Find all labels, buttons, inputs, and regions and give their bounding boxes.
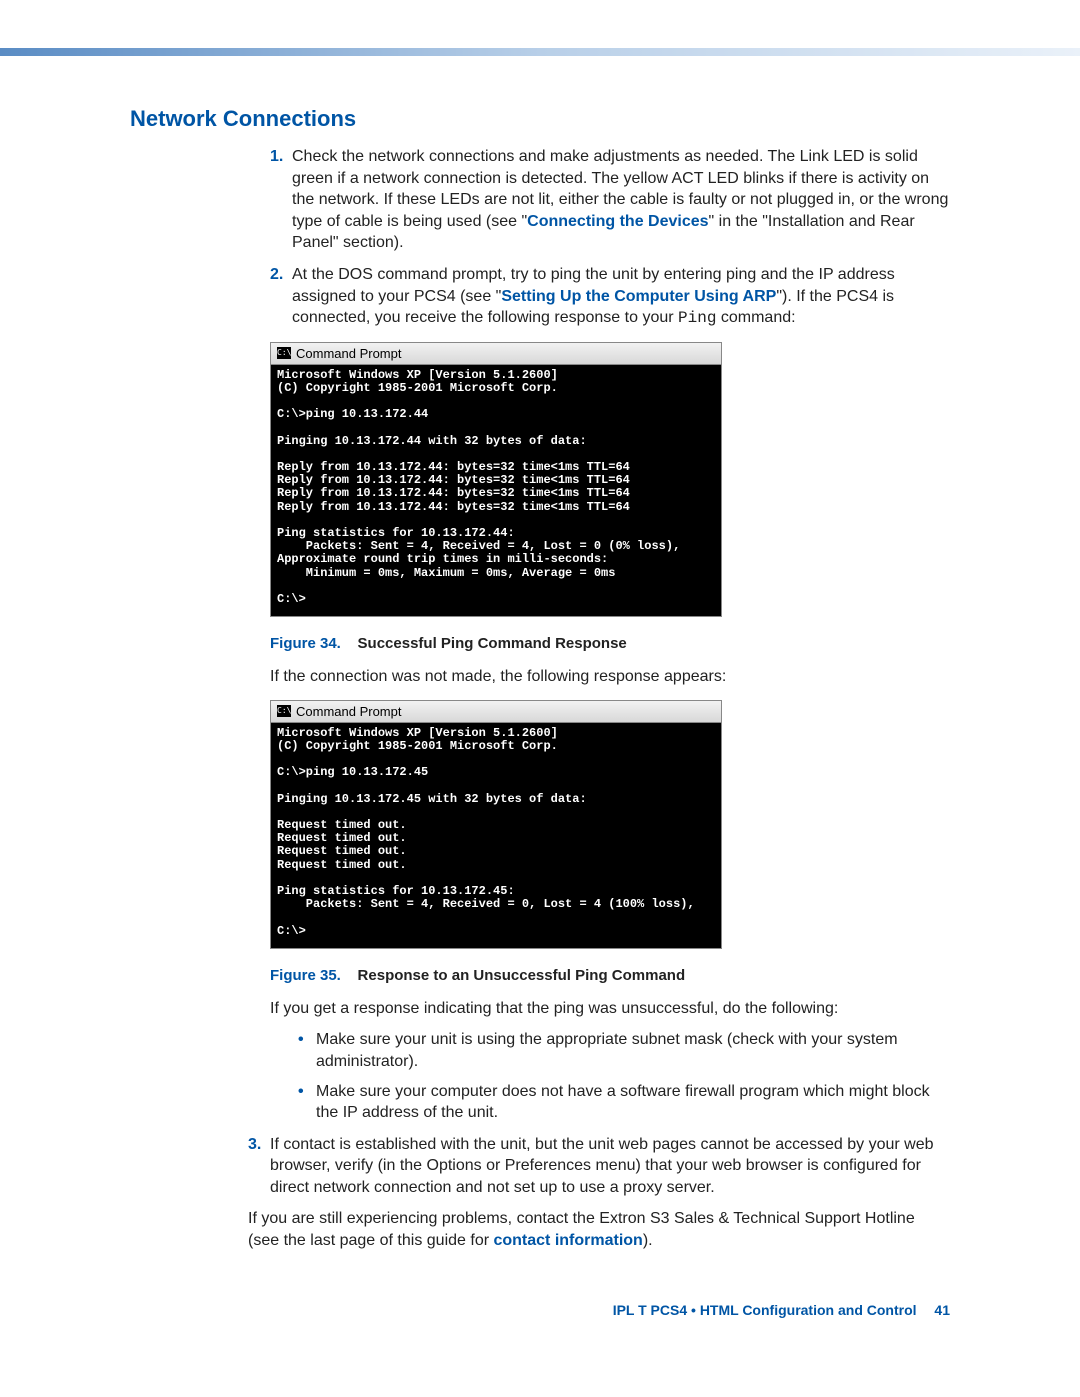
figure-title: Successful Ping Command Response xyxy=(358,635,627,652)
para-not-connected: If the connection was not made, the foll… xyxy=(270,666,950,688)
command-prompt-failure: C:\ Command Prompt Microsoft Windows XP … xyxy=(270,700,722,949)
step-text: If contact is established with the unit,… xyxy=(270,1136,934,1196)
page-content: Network Connections 1. Check the network… xyxy=(0,56,1080,1358)
cmd-title: Command Prompt xyxy=(296,346,401,361)
troubleshoot-bullets: Make sure your unit is using the appropr… xyxy=(298,1029,950,1123)
numbered-steps-cont: 3. If contact is established with the un… xyxy=(248,1134,950,1199)
figure-label: Figure 34. xyxy=(270,635,341,652)
step-number: 3. xyxy=(248,1134,261,1156)
step-number: 2. xyxy=(270,264,283,286)
cmd-icon: C:\ xyxy=(277,705,291,717)
closing-after: ). xyxy=(643,1232,653,1249)
section-heading: Network Connections xyxy=(130,106,950,132)
cmd-output: Microsoft Windows XP [Version 5.1.2600] … xyxy=(271,365,721,616)
link-setting-up-arp[interactable]: Setting Up the Computer Using ARP xyxy=(501,288,776,305)
step-2: 2. At the DOS command prompt, try to pin… xyxy=(270,264,950,330)
header-gradient-bar xyxy=(0,48,1080,56)
step-text-end: command: xyxy=(716,309,795,326)
cmd-output: Microsoft Windows XP [Version 5.1.2600] … xyxy=(271,723,721,948)
link-contact-info[interactable]: contact information xyxy=(493,1232,642,1249)
closing-para: If you are still experiencing problems, … xyxy=(248,1208,950,1251)
page-number: 41 xyxy=(934,1302,950,1318)
cmd-icon: C:\ xyxy=(277,347,291,359)
figure-34-caption: Figure 34. Successful Ping Command Respo… xyxy=(270,635,950,652)
step-3: 3. If contact is established with the un… xyxy=(248,1134,950,1199)
step-1: 1. Check the network connections and mak… xyxy=(270,146,950,254)
bullet-subnet: Make sure your unit is using the appropr… xyxy=(298,1029,950,1072)
command-prompt-success: C:\ Command Prompt Microsoft Windows XP … xyxy=(270,342,722,617)
footer-text: IPL T PCS4 • HTML Configuration and Cont… xyxy=(613,1302,917,1318)
step-number: 1. xyxy=(270,146,283,168)
cmd-titlebar: C:\ Command Prompt xyxy=(271,701,721,723)
figure-title: Response to an Unsuccessful Ping Command xyxy=(358,967,686,984)
figure-label: Figure 35. xyxy=(270,967,341,984)
link-connecting-devices[interactable]: Connecting the Devices xyxy=(527,213,708,230)
mono-ping: Ping xyxy=(678,309,716,327)
cmd-titlebar: C:\ Command Prompt xyxy=(271,343,721,365)
numbered-steps: 1. Check the network connections and mak… xyxy=(270,146,950,330)
figure-35-caption: Figure 35. Response to an Unsuccessful P… xyxy=(270,967,950,984)
bullet-firewall: Make sure your computer does not have a … xyxy=(298,1081,950,1124)
para-unsuccessful: If you get a response indicating that th… xyxy=(270,998,950,1020)
page-footer: IPL T PCS4 • HTML Configuration and Cont… xyxy=(130,1302,950,1318)
cmd-title: Command Prompt xyxy=(296,704,401,719)
content-body: 1. Check the network connections and mak… xyxy=(270,146,950,1252)
